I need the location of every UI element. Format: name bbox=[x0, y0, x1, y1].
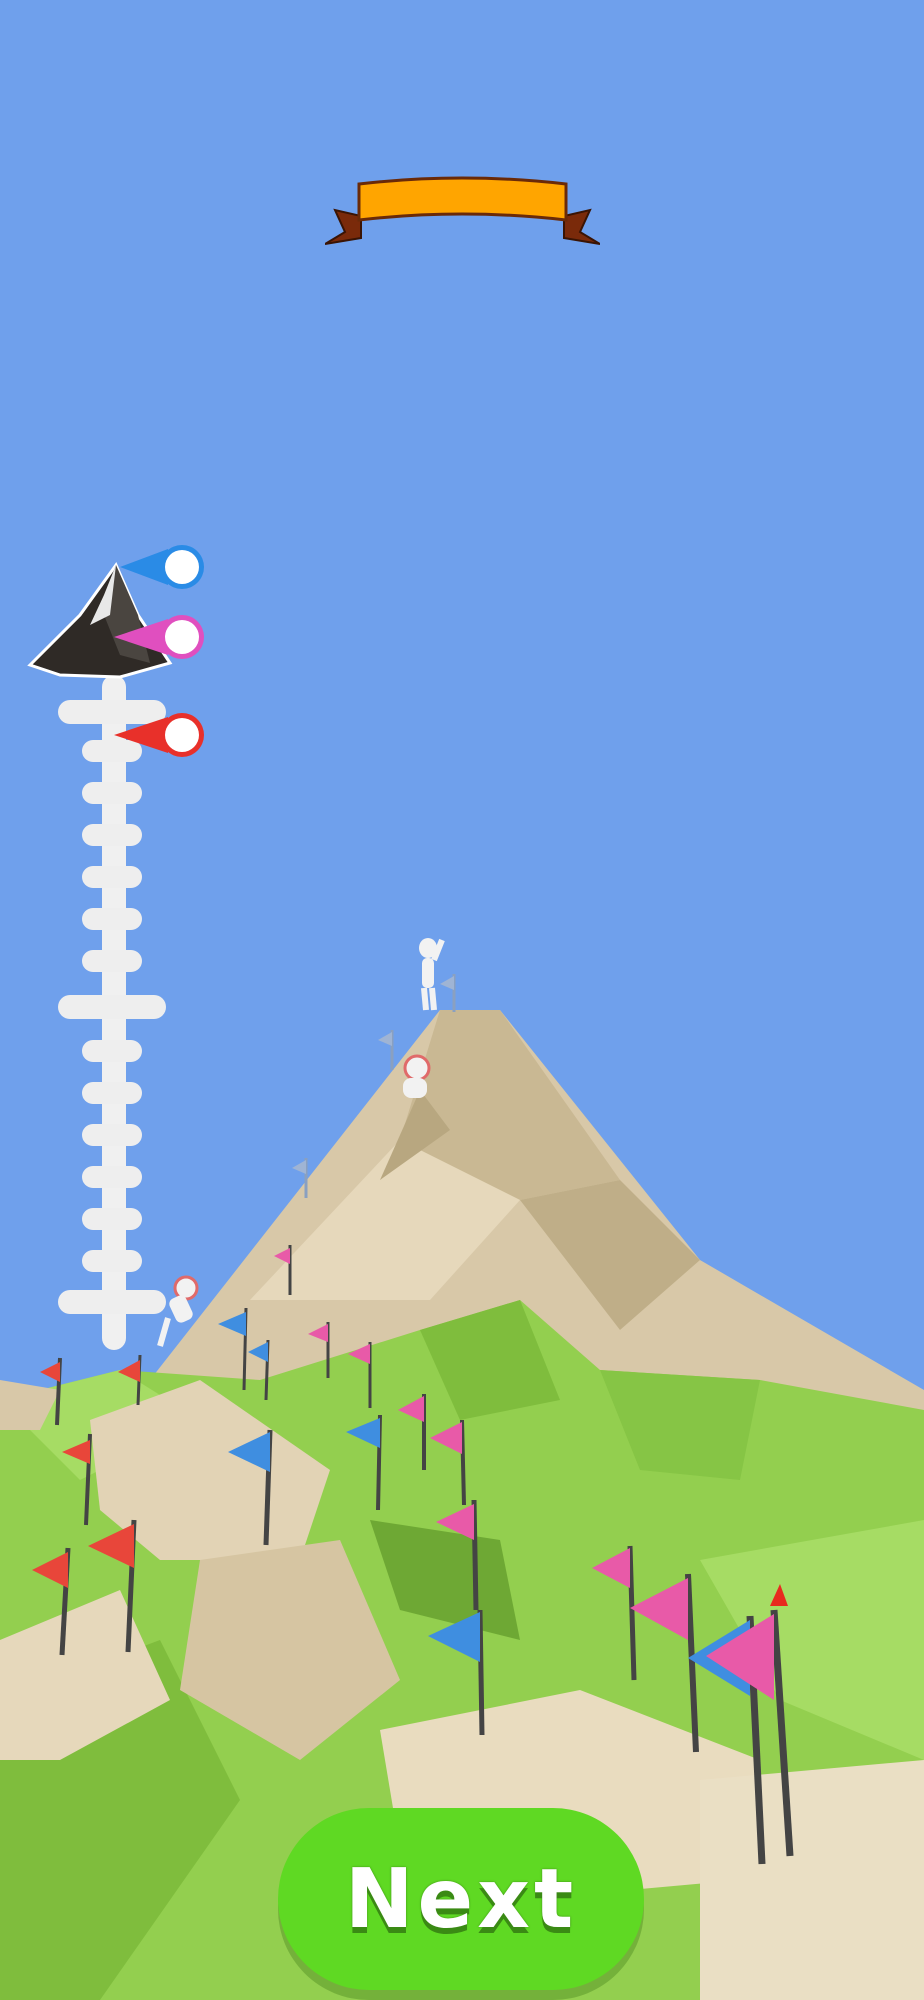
marker-blue bbox=[120, 545, 204, 589]
mountain-summit-icon bbox=[27, 561, 173, 679]
climb-progress-bar bbox=[27, 545, 204, 1350]
progress-ladder bbox=[58, 675, 166, 1350]
next-button[interactable]: Next bbox=[278, 1808, 644, 1990]
summit-climber bbox=[419, 938, 445, 1011]
level-banner bbox=[325, 176, 600, 245]
next-button-label: Next bbox=[344, 1851, 578, 1947]
